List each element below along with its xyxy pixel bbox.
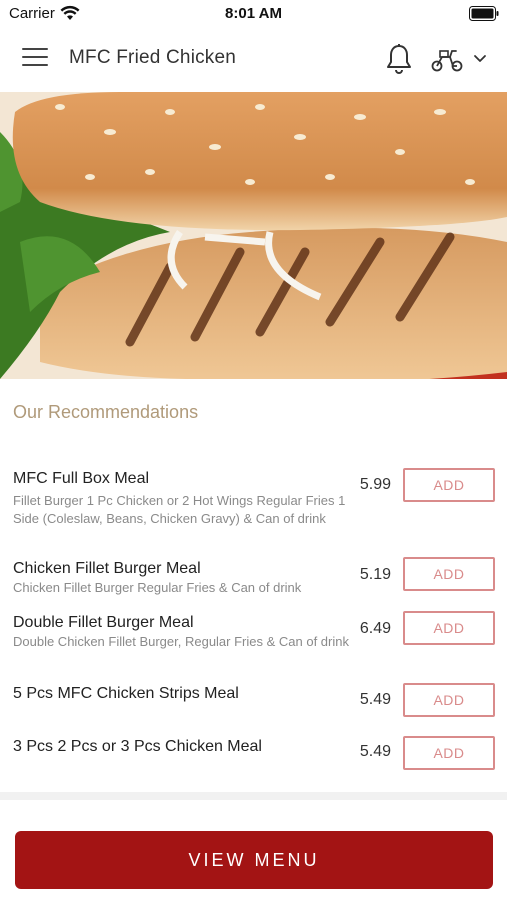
section-title-recommendations: Our Recommendations — [13, 402, 199, 422]
page-title: MFC Fried Chicken — [69, 47, 237, 68]
item-price: 5.49 — [359, 691, 391, 708]
add-button[interactable]: ADD — [403, 683, 495, 717]
scooter-icon[interactable] — [430, 47, 464, 73]
item-name: MFC Full Box Meal — [13, 470, 150, 487]
item-price: 5.19 — [359, 566, 391, 583]
item-description: Fillet Burger 1 Pc Chicken or 2 Hot Wing… — [13, 493, 346, 526]
item-price: 5.49 — [359, 743, 391, 760]
add-button[interactable]: ADD — [403, 736, 495, 770]
menu-icon[interactable] — [22, 48, 48, 70]
bell-icon[interactable] — [385, 43, 413, 75]
view-menu-button[interactable]: VIEW MENU — [15, 831, 493, 889]
app-header: MFC Fried Chicken — [0, 28, 507, 92]
item-price: 6.49 — [359, 620, 391, 637]
item-name: 3 Pcs 2 Pcs or 3 Pcs Chicken Meal — [13, 738, 262, 755]
item-name: Double Fillet Burger Meal — [13, 614, 194, 631]
item-description: Double Chicken Fillet Burger, Regular Fr… — [13, 634, 349, 649]
item-name: Chicken Fillet Burger Meal — [13, 560, 201, 577]
chevron-down-icon[interactable] — [472, 53, 488, 65]
section-divider — [0, 792, 507, 800]
add-button[interactable]: ADD — [403, 468, 495, 502]
status-time: 8:01 AM — [225, 5, 282, 22]
battery-icon — [469, 6, 499, 21]
item-description: Chicken Fillet Burger Regular Fries & Ca… — [13, 580, 302, 595]
item-name: 5 Pcs MFC Chicken Strips Meal — [13, 685, 239, 702]
item-price: 5.99 — [359, 476, 391, 493]
add-button[interactable]: ADD — [403, 557, 495, 591]
add-button[interactable]: ADD — [403, 611, 495, 645]
hero-food-image — [0, 92, 507, 379]
status-bar: Carrier 8:01 AM — [0, 0, 507, 28]
